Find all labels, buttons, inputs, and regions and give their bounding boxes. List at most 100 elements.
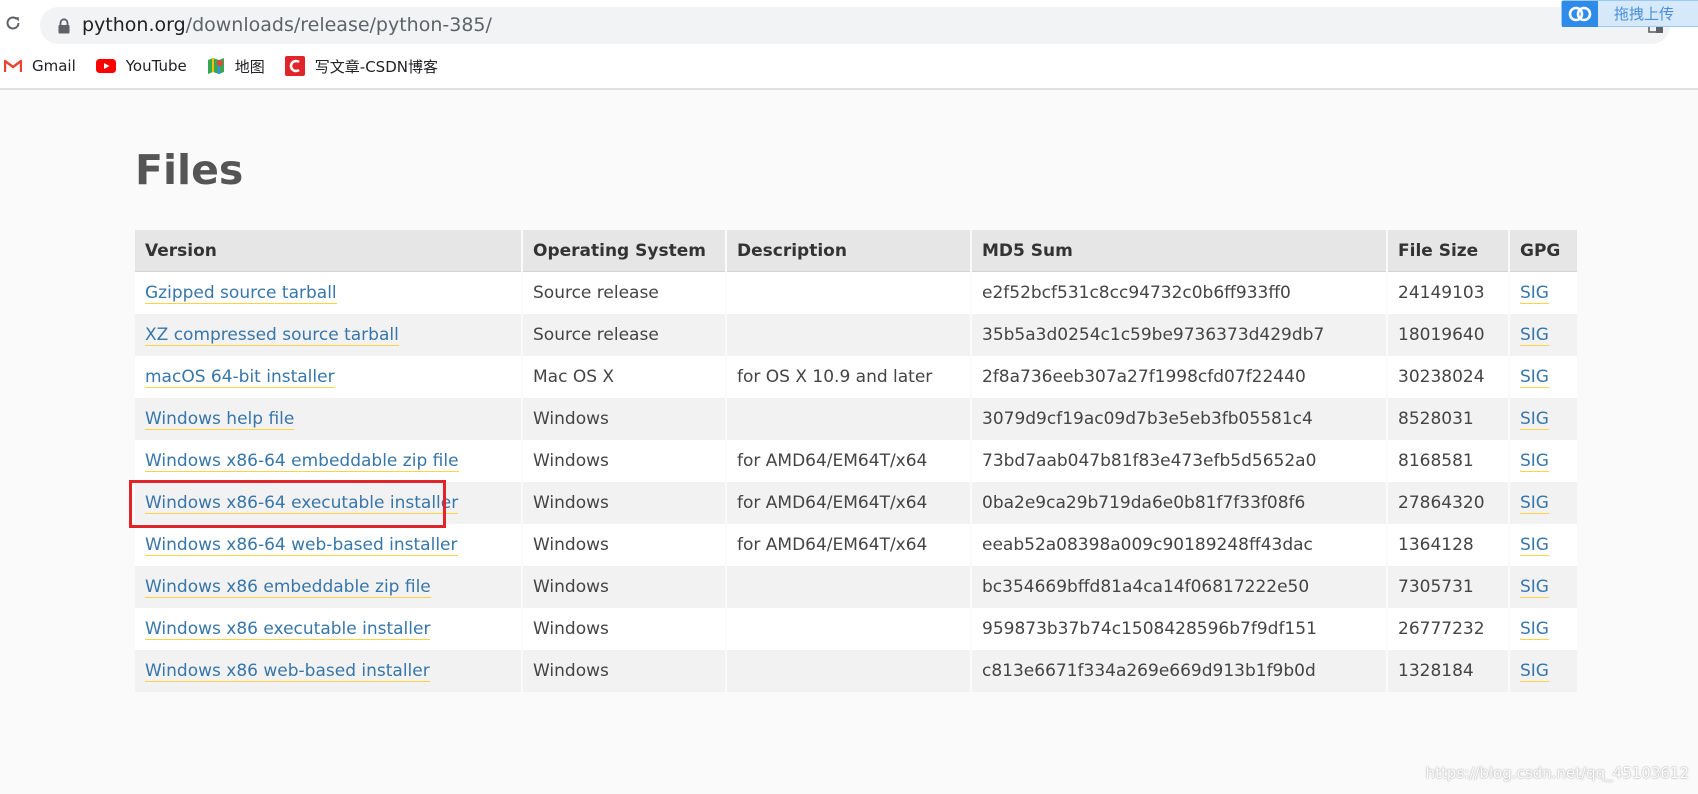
description-cell xyxy=(727,608,970,650)
gpg-cell: SIG xyxy=(1510,608,1577,650)
file-size-cell: 18019640 xyxy=(1388,314,1508,356)
md5-cell: 3079d9cf19ac09d7b3e5eb3fb05581c4 xyxy=(972,398,1386,440)
os-cell: Windows xyxy=(523,650,725,692)
table-row: XZ compressed source tarball Source rele… xyxy=(135,314,1577,356)
baidu-cloud-icon xyxy=(1562,1,1598,27)
header-gpg: GPG xyxy=(1510,230,1577,272)
version-link[interactable]: XZ compressed source tarball xyxy=(145,325,399,346)
sig-link[interactable]: SIG xyxy=(1520,535,1549,556)
reload-icon[interactable] xyxy=(4,14,22,32)
version-link[interactable]: Windows x86-64 web-based installer xyxy=(145,535,458,556)
os-cell: Windows xyxy=(523,608,725,650)
files-table: Version Operating System Description MD5… xyxy=(133,230,1579,692)
version-cell: macOS 64-bit installer xyxy=(135,356,521,398)
version-link[interactable]: Windows x86 embeddable zip file xyxy=(145,577,431,598)
address-bar[interactable]: python.org/downloads/release/python-385/ xyxy=(40,7,1670,44)
maps-icon xyxy=(207,58,224,74)
file-size-cell: 30238024 xyxy=(1388,356,1508,398)
md5-cell: eeab52a08398a009c90189248ff43dac xyxy=(972,524,1386,566)
file-size-cell: 24149103 xyxy=(1388,272,1508,314)
os-cell: Source release xyxy=(523,314,725,356)
version-link[interactable]: Gzipped source tarball xyxy=(145,283,337,304)
md5-cell: 73bd7aab047b81f83e473efb5d5652a0 xyxy=(972,440,1386,482)
md5-cell: 959873b37b74c1508428596b7f9df151 xyxy=(972,608,1386,650)
os-cell: Windows xyxy=(523,524,725,566)
sig-link[interactable]: SIG xyxy=(1520,409,1549,430)
gpg-cell: SIG xyxy=(1510,566,1577,608)
description-cell: for AMD64/EM64T/x64 xyxy=(727,524,970,566)
md5-cell: 2f8a736eeb307a27f1998cfd07f22440 xyxy=(972,356,1386,398)
bookmark-maps[interactable]: 地图 xyxy=(207,52,265,80)
file-size-cell: 8168581 xyxy=(1388,440,1508,482)
url-path: /downloads/release/python-385/ xyxy=(185,14,492,36)
table-header-row: Version Operating System Description MD5… xyxy=(135,230,1577,272)
file-size-cell: 27864320 xyxy=(1388,482,1508,524)
sig-link[interactable]: SIG xyxy=(1520,619,1549,640)
bookmark-label: 地图 xyxy=(234,57,265,76)
version-link[interactable]: Windows x86 web-based installer xyxy=(145,661,430,682)
gpg-cell: SIG xyxy=(1510,356,1577,398)
bookmark-gmail[interactable]: Gmail xyxy=(4,52,76,80)
version-cell: Windows help file xyxy=(135,398,521,440)
baidu-upload-widget[interactable]: 拖拽上传 xyxy=(1561,0,1698,27)
sig-link[interactable]: SIG xyxy=(1520,577,1549,598)
os-cell: Windows xyxy=(523,482,725,524)
lock-icon[interactable] xyxy=(57,18,71,34)
table-row: Windows x86-64 web-based installer Windo… xyxy=(135,524,1577,566)
file-size-cell: 26777232 xyxy=(1388,608,1508,650)
header-file-size: File Size xyxy=(1388,230,1508,272)
version-cell: Gzipped source tarball xyxy=(135,272,521,314)
header-operating-system: Operating System xyxy=(523,230,725,272)
file-size-cell: 7305731 xyxy=(1388,566,1508,608)
csdn-icon xyxy=(284,56,305,76)
header-version: Version xyxy=(135,230,521,272)
table-row: Windows x86 web-based installer Windows … xyxy=(135,650,1577,692)
version-link[interactable]: Windows x86 executable installer xyxy=(145,619,431,640)
sig-link[interactable]: SIG xyxy=(1520,283,1549,304)
browser-chrome: python.org/downloads/release/python-385/… xyxy=(0,0,1698,90)
os-cell: Windows xyxy=(523,440,725,482)
os-cell: Windows xyxy=(523,398,725,440)
bookmark-youtube[interactable]: YouTube xyxy=(95,52,187,80)
version-cell: Windows x86 embeddable zip file xyxy=(135,566,521,608)
md5-cell: 35b5a3d0254c1c59be9736373d429db7 xyxy=(972,314,1386,356)
description-cell xyxy=(727,398,970,440)
table-row: Windows help file Windows 3079d9cf19ac09… xyxy=(135,398,1577,440)
table-row: Windows x86 executable installer Windows… xyxy=(135,608,1577,650)
sig-link[interactable]: SIG xyxy=(1520,493,1549,514)
gpg-cell: SIG xyxy=(1510,272,1577,314)
gpg-cell: SIG xyxy=(1510,482,1577,524)
description-cell xyxy=(727,650,970,692)
os-cell: Windows xyxy=(523,566,725,608)
version-cell: Windows x86-64 web-based installer xyxy=(135,524,521,566)
md5-cell: bc354669bffd81a4ca14f06817222e50 xyxy=(972,566,1386,608)
page-title: Files xyxy=(135,146,244,194)
file-size-cell: 8528031 xyxy=(1388,398,1508,440)
description-cell xyxy=(727,272,970,314)
sig-link[interactable]: SIG xyxy=(1520,451,1549,472)
table-row: Windows x86-64 executable installer Wind… xyxy=(135,482,1577,524)
file-size-cell: 1364128 xyxy=(1388,524,1508,566)
bookmark-csdn[interactable]: 写文章-CSDN博客 xyxy=(284,52,438,80)
version-link[interactable]: Windows x86-64 embeddable zip file xyxy=(145,451,459,472)
gpg-cell: SIG xyxy=(1510,524,1577,566)
gpg-cell: SIG xyxy=(1510,650,1577,692)
md5-cell: c813e6671f334a269e669d913b1f9b0d xyxy=(972,650,1386,692)
sig-link[interactable]: SIG xyxy=(1520,325,1549,346)
youtube-icon xyxy=(95,59,116,73)
gpg-cell: SIG xyxy=(1510,314,1577,356)
version-link[interactable]: Windows help file xyxy=(145,409,295,430)
description-cell: for AMD64/EM64T/x64 xyxy=(727,482,970,524)
description-cell xyxy=(727,566,970,608)
gpg-cell: SIG xyxy=(1510,398,1577,440)
sig-link[interactable]: SIG xyxy=(1520,661,1549,682)
md5-cell: 0ba2e9ca29b719da6e0b81f7f33f08f6 xyxy=(972,482,1386,524)
sig-link[interactable]: SIG xyxy=(1520,367,1549,388)
version-link[interactable]: Windows x86-64 executable installer xyxy=(145,493,459,514)
version-link[interactable]: macOS 64-bit installer xyxy=(145,367,335,388)
version-cell: Windows x86 executable installer xyxy=(135,608,521,650)
version-cell: Windows x86-64 embeddable zip file xyxy=(135,440,521,482)
version-cell: Windows x86 web-based installer xyxy=(135,650,521,692)
os-cell: Mac OS X xyxy=(523,356,725,398)
url-text[interactable]: python.org/downloads/release/python-385/ xyxy=(82,7,492,44)
